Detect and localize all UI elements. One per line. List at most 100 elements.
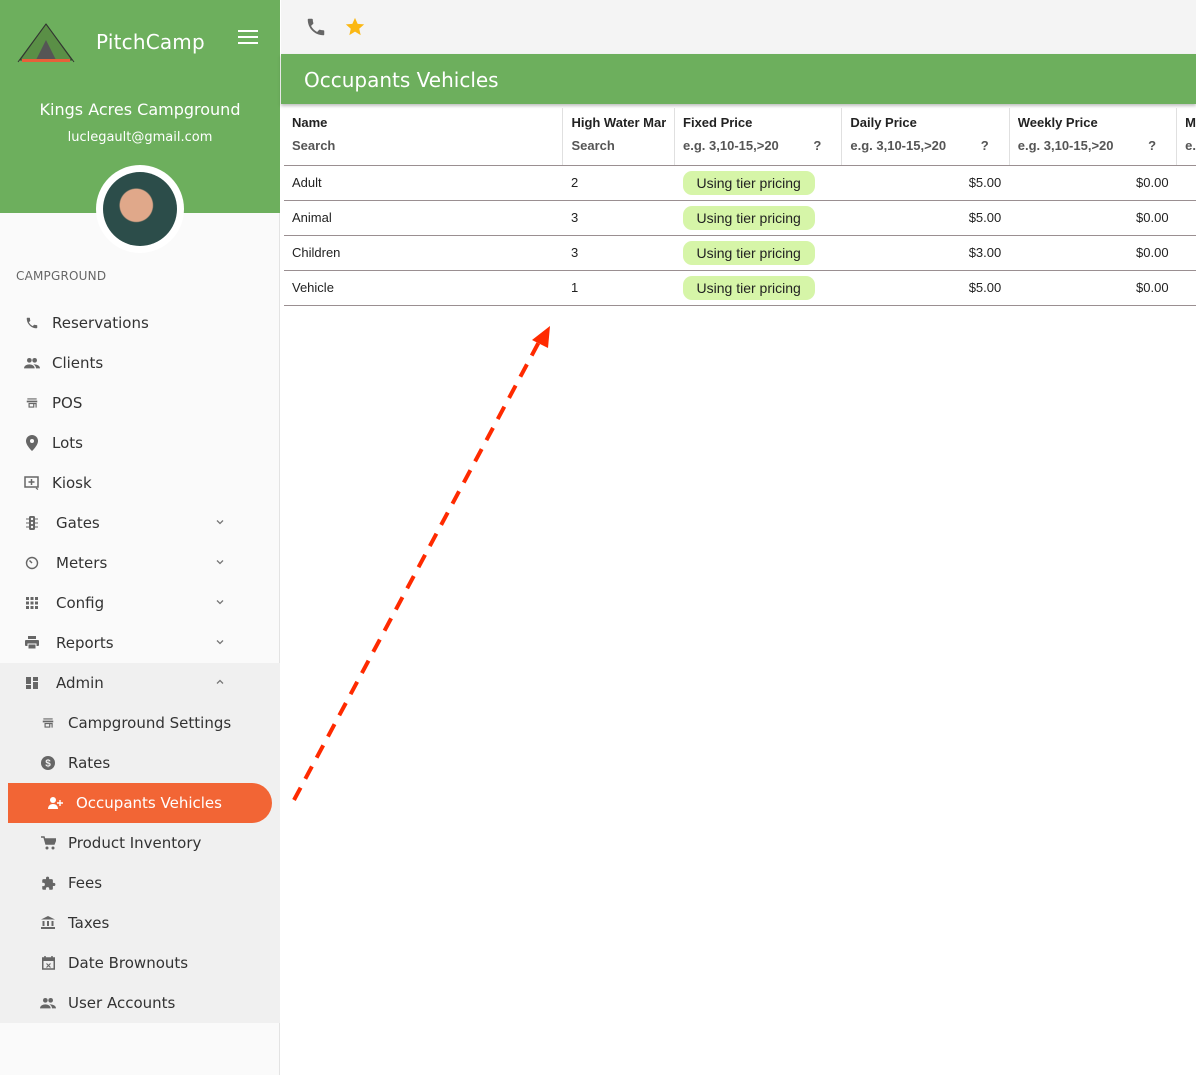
- sidebar-item-date-brownouts[interactable]: Date Brownouts: [0, 943, 280, 983]
- printer-icon: [24, 635, 40, 651]
- sidebar-item-taxes[interactable]: Taxes: [0, 903, 280, 943]
- fixed-price-filter-input[interactable]: e.g. 3,10-15,>20: [683, 138, 779, 153]
- weekly-price-filter-input[interactable]: e.g. 3,10-15,>20: [1018, 138, 1114, 153]
- sidebar-item-product-inventory[interactable]: Product Inventory: [0, 823, 280, 863]
- help-icon[interactable]: ?: [813, 138, 821, 153]
- column-header-fixed-price[interactable]: Fixed Price e.g. 3,10-15,>20?: [674, 108, 842, 166]
- help-icon[interactable]: ?: [981, 138, 989, 153]
- column-header-name[interactable]: Name Search: [284, 108, 563, 166]
- sidebar-item-label: Config: [56, 594, 105, 612]
- sidebar: PitchCamp Kings Acres Campground luclega…: [0, 0, 280, 1075]
- kiosk-icon: [24, 475, 40, 491]
- sidebar-item-campground-settings[interactable]: Campground Settings: [0, 703, 280, 743]
- cell-weekly-price: $0.00: [1009, 235, 1177, 271]
- sidebar-item-kiosk[interactable]: Kiosk: [0, 463, 280, 503]
- cell-name: Vehicle: [284, 270, 563, 306]
- chevron-down-icon[interactable]: [214, 556, 226, 568]
- sidebar-item-label: Kiosk: [52, 474, 92, 492]
- sidebar-item-label: Taxes: [68, 914, 110, 932]
- cell-weekly-price: $0.00: [1009, 270, 1177, 306]
- bank-icon: [40, 915, 56, 931]
- column-title: Fixed Price: [683, 115, 753, 130]
- occupants-vehicles-table: Name Search High Water Mark Search Fixed…: [284, 108, 1196, 308]
- page-header: Occupants Vehicles: [281, 54, 1196, 104]
- column-header-monthly-price[interactable]: Monthly Price e.g. 3,10-15,>20?: [1176, 108, 1196, 166]
- sidebar-item-gates[interactable]: Gates: [0, 503, 280, 543]
- sidebar-item-label: User Accounts: [68, 994, 176, 1012]
- table-row[interactable]: Animal 3 Using tier pricing $5.00 $0.00 …: [284, 200, 1196, 236]
- chevron-down-icon[interactable]: [214, 516, 226, 528]
- help-icon[interactable]: ?: [1148, 138, 1156, 153]
- dollar-circle-icon: $: [40, 755, 56, 771]
- tier-pricing-chip[interactable]: Using tier pricing: [682, 205, 815, 230]
- campground-name: Kings Acres Campground: [39, 100, 241, 119]
- cell-high-water-mark: 3: [562, 235, 675, 271]
- meter-icon: [24, 555, 40, 571]
- cell-daily-price: $3.00: [841, 235, 1010, 271]
- top-toolbar: [281, 0, 1196, 54]
- page-title: Occupants Vehicles: [304, 68, 499, 92]
- annotation-arrow-icon: [292, 326, 550, 801]
- column-header-daily-price[interactable]: Daily Price e.g. 3,10-15,>20?: [841, 108, 1010, 166]
- sidebar-item-occupants-vehicles[interactable]: Occupants Vehicles: [8, 783, 272, 823]
- column-title: High Water Mark: [571, 115, 667, 130]
- table-row[interactable]: Adult 2 Using tier pricing $5.00 $0.00 $: [284, 165, 1196, 201]
- chevron-down-icon[interactable]: [214, 596, 226, 608]
- cell-name: Adult: [284, 165, 563, 201]
- sidebar-item-user-accounts[interactable]: User Accounts: [0, 983, 280, 1023]
- tier-pricing-chip[interactable]: Using tier pricing: [682, 275, 815, 300]
- tent-logo-icon: [17, 23, 75, 63]
- sidebar-item-lots[interactable]: Lots: [0, 423, 280, 463]
- calendar-x-icon: [40, 955, 56, 971]
- monthly-price-filter-input[interactable]: e.g. 3,10-15,>20: [1185, 138, 1196, 153]
- cell-name: Children: [284, 235, 563, 271]
- tier-pricing-chip[interactable]: Using tier pricing: [682, 170, 815, 195]
- cell-weekly-price: $0.00: [1009, 200, 1177, 236]
- sidebar-item-admin[interactable]: Admin: [0, 663, 280, 703]
- column-title: Weekly Price: [1017, 115, 1098, 130]
- sidebar-item-label: POS: [52, 394, 83, 412]
- cell-high-water-mark: 3: [562, 200, 675, 236]
- cell-daily-price: $5.00: [841, 165, 1010, 201]
- sidebar-item-label: Rates: [68, 754, 111, 772]
- people-icon: [40, 995, 56, 1011]
- sidebar-item-meters[interactable]: Meters: [0, 543, 280, 583]
- sidebar-item-label: Date Brownouts: [68, 954, 189, 972]
- column-title: Monthly Price: [1185, 115, 1196, 130]
- sidebar-item-clients[interactable]: Clients: [0, 343, 280, 383]
- avatar-frame: [96, 165, 184, 253]
- star-icon[interactable]: [344, 16, 366, 38]
- high-water-mark-search-input[interactable]: Search: [571, 138, 614, 153]
- phone-icon[interactable]: [305, 16, 327, 38]
- sidebar-item-reports[interactable]: Reports: [0, 623, 280, 663]
- hamburger-menu-icon[interactable]: [238, 30, 258, 46]
- sidebar-item-label: Lots: [52, 434, 83, 452]
- sidebar-nav: Reservations Clients POS Lots Kiosk Gate…: [0, 303, 280, 1023]
- phone-icon: [24, 315, 40, 331]
- sidebar-item-rates[interactable]: $ Rates: [0, 743, 280, 783]
- sidebar-item-config[interactable]: Config: [0, 583, 280, 623]
- column-header-high-water-mark[interactable]: High Water Mark Search: [562, 108, 675, 166]
- table-row[interactable]: Vehicle 1 Using tier pricing $5.00 $0.00…: [284, 270, 1196, 306]
- traffic-light-icon: [24, 515, 40, 531]
- table-row[interactable]: Children 3 Using tier pricing $3.00 $0.0…: [284, 235, 1196, 271]
- daily-price-filter-input[interactable]: e.g. 3,10-15,>20: [850, 138, 946, 153]
- sidebar-item-pos[interactable]: POS: [0, 383, 280, 423]
- user-email: luclegault@gmail.com: [67, 130, 213, 145]
- column-title: Name: [292, 115, 328, 130]
- tier-pricing-chip[interactable]: Using tier pricing: [682, 240, 815, 265]
- name-search-input[interactable]: Search: [292, 138, 335, 153]
- sidebar-item-label: Occupants Vehicles: [76, 794, 222, 812]
- cell-high-water-mark: 1: [562, 270, 675, 306]
- cell-monthly-price: $: [1176, 200, 1196, 236]
- sidebar-item-fees[interactable]: Fees: [0, 863, 280, 903]
- brand-name: PitchCamp: [96, 30, 205, 54]
- sidebar-item-reservations[interactable]: Reservations: [0, 303, 280, 343]
- avatar[interactable]: [103, 172, 177, 246]
- chevron-down-icon[interactable]: [214, 636, 226, 648]
- store-icon: [40, 715, 56, 731]
- svg-text:$: $: [45, 759, 51, 770]
- cell-fixed-price: Using tier pricing: [674, 270, 842, 306]
- column-header-weekly-price[interactable]: Weekly Price e.g. 3,10-15,>20?: [1008, 108, 1177, 166]
- chevron-up-icon[interactable]: [214, 676, 226, 688]
